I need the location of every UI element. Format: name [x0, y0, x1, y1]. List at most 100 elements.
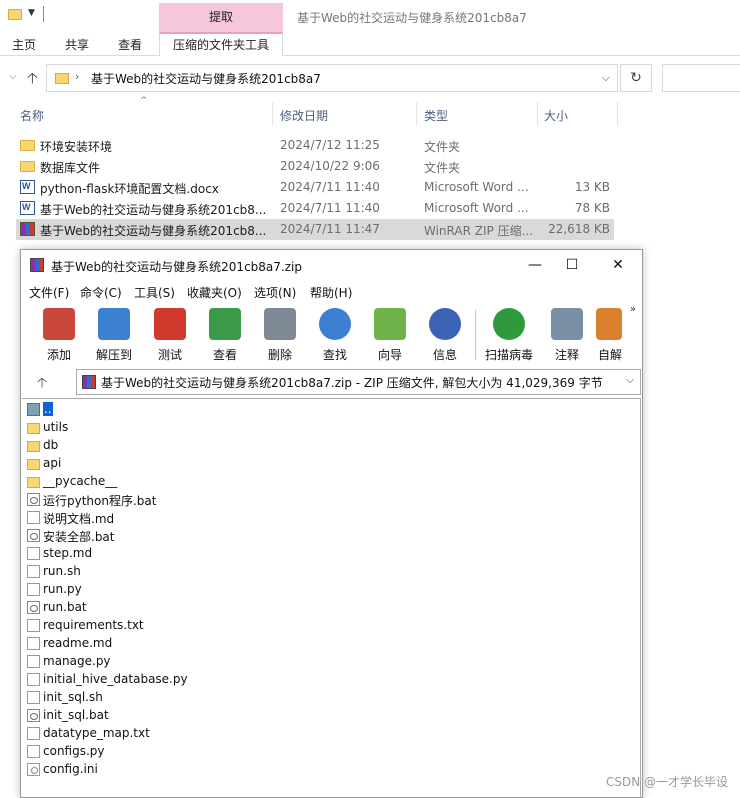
archive-list-item[interactable]: datatype_map.txt: [25, 725, 325, 743]
menu-file[interactable]: 文件(F): [29, 284, 69, 301]
column-divider[interactable]: [272, 102, 273, 126]
column-divider[interactable]: [617, 102, 618, 126]
archive-list-item[interactable]: __pycache__: [25, 473, 325, 491]
chevron-down-icon[interactable]: ⌵: [626, 375, 634, 386]
archive-list-item[interactable]: 安装全部.bat: [25, 527, 325, 545]
menu-tools[interactable]: 工具(S): [134, 284, 175, 301]
address-path[interactable]: 基于Web的社交运动与健身系统201cb8a7: [91, 70, 321, 87]
sfx-button[interactable]: 自解: [586, 306, 634, 364]
archive-item-name: run.bat: [43, 600, 87, 614]
archive-path-dropdown[interactable]: 基于Web的社交运动与健身系统201cb8a7.zip - ZIP 压缩文件, …: [76, 369, 641, 395]
context-tab-header-extract[interactable]: 提取: [159, 3, 283, 32]
archive-list-item[interactable]: ..: [25, 401, 325, 419]
column-header-type[interactable]: 类型: [424, 107, 448, 124]
archive-list-item[interactable]: config.ini: [25, 761, 325, 779]
archive-list-item[interactable]: run.bat: [25, 599, 325, 617]
quick-access-dropdown-icon[interactable]: ▼: [28, 8, 35, 18]
up-arrow-icon[interactable]: 🡡: [27, 68, 38, 93]
view-button[interactable]: 查看: [197, 306, 253, 364]
ribbon-tabs: 主页 共享 查看 压缩的文件夹工具: [0, 32, 740, 56]
column-header-name[interactable]: 名称: [20, 107, 44, 124]
archive-list-item[interactable]: 说明文档.md: [25, 509, 325, 527]
breadcrumb-chevron-icon[interactable]: ›: [75, 70, 79, 83]
find-button[interactable]: 查找: [307, 306, 363, 364]
archive-item-name: initial_hive_database.py: [43, 672, 188, 686]
file-type: Microsoft Word ...: [424, 201, 529, 215]
recent-locations-chevron-icon[interactable]: ⌵: [9, 71, 17, 82]
column-header-size[interactable]: 大小: [544, 107, 568, 124]
wizard-label: 向导: [377, 348, 402, 362]
refresh-icon: ↻: [630, 70, 642, 86]
archive-list-item[interactable]: manage.py: [25, 653, 325, 671]
menu-commands[interactable]: 命令(C): [80, 284, 122, 301]
archive-list-item[interactable]: readme.md: [25, 635, 325, 653]
search-input[interactable]: [662, 64, 740, 92]
archive-item-name: requirements.txt: [43, 618, 144, 632]
wizard-button[interactable]: 向导: [362, 306, 418, 364]
archive-item-name: datatype_map.txt: [43, 726, 150, 740]
file-name: 基于Web的社交运动与健身系统201cb8...: [40, 224, 267, 238]
file-row[interactable]: 数据库文件 2024/10/22 9:06 文件夹: [16, 156, 614, 177]
close-icon: ✕: [612, 257, 624, 273]
winrar-title-bar[interactable]: 基于Web的社交运动与健身系统201cb8a7.zip — ☐ ✕: [21, 250, 642, 280]
extract-to-button[interactable]: 解压到: [86, 306, 142, 364]
tab-home[interactable]: 主页: [12, 36, 36, 53]
archive-list-item[interactable]: init_sql.sh: [25, 689, 325, 707]
column-header-date[interactable]: 修改日期: [280, 107, 328, 124]
menu-favorites[interactable]: 收藏夹(O): [187, 284, 242, 301]
maximize-button[interactable]: ☐: [560, 254, 584, 276]
add-button[interactable]: 添加: [31, 306, 87, 364]
file-row[interactable]: 环境安装环境 2024/7/12 11:25 文件夹: [16, 135, 614, 156]
archive-list-item[interactable]: configs.py: [25, 743, 325, 761]
file-name: 基于Web的社交运动与健身系统201cb8...: [40, 203, 267, 217]
virus-scan-button[interactable]: 扫描病毒: [481, 306, 537, 364]
tab-share[interactable]: 共享: [65, 36, 89, 53]
archive-list-item[interactable]: api: [25, 455, 325, 473]
archive-list-item[interactable]: run.sh: [25, 563, 325, 581]
magnifier-icon: [319, 308, 351, 340]
file-row[interactable]: 基于Web的社交运动与健身系统201cb8... 2024/7/11 11:40…: [16, 198, 614, 219]
archive-list-item[interactable]: db: [25, 437, 325, 455]
file-row[interactable]: python-flask环境配置文档.docx 2024/7/11 11:40 …: [16, 177, 614, 198]
address-box[interactable]: › 基于Web的社交运动与健身系统201cb8a7 ⌵: [46, 64, 618, 92]
tab-compressed-folder-tools[interactable]: 压缩的文件夹工具: [159, 32, 283, 56]
file-row-selected[interactable]: 基于Web的社交运动与健身系统201cb8... 2024/7/11 11:47…: [16, 219, 614, 240]
archive-list-item[interactable]: requirements.txt: [25, 617, 325, 635]
file-icon: [27, 727, 40, 740]
archive-item-name: utils: [43, 420, 69, 434]
close-button[interactable]: ✕: [606, 254, 630, 276]
refresh-button[interactable]: ↻: [620, 64, 652, 92]
test-button[interactable]: 测试: [142, 306, 198, 364]
archive-list-item[interactable]: initial_hive_database.py: [25, 671, 325, 689]
quick-access-folder-icon[interactable]: [8, 9, 22, 20]
up-arrow-icon[interactable]: 🡡: [37, 372, 47, 396]
tab-view[interactable]: 查看: [118, 36, 142, 53]
archive-item-name: __pycache__: [43, 474, 118, 488]
test-label: 测试: [157, 348, 182, 362]
address-folder-icon: [55, 73, 69, 84]
test-clipboard-icon: [154, 308, 186, 340]
delete-button[interactable]: 删除: [252, 306, 308, 364]
explorer-title-bar: ▼ 提取 基于Web的社交运动与健身系统201cb8a7: [0, 0, 740, 32]
file-icon: [27, 583, 40, 596]
menu-options[interactable]: 选项(N): [254, 284, 296, 301]
minimize-button[interactable]: —: [523, 254, 547, 276]
address-dropdown-icon[interactable]: ⌵: [602, 71, 610, 85]
archive-file-list[interactable]: .. utils db api __pycache__ 运行python程序.bat 说明文…: [22, 398, 641, 797]
archive-list-item[interactable]: utils: [25, 419, 325, 437]
wizard-wand-icon: [374, 308, 406, 340]
address-bar-row: ⌵ 🡡 › 基于Web的社交运动与健身系统201cb8a7 ⌵ ↻: [0, 58, 740, 98]
toolbar-overflow-chevron-icon[interactable]: »: [630, 304, 636, 315]
archive-list-item[interactable]: 运行python程序.bat: [25, 491, 325, 509]
column-divider[interactable]: [537, 102, 538, 126]
menu-help[interactable]: 帮助(H): [310, 284, 352, 301]
archive-list-item[interactable]: step.md: [25, 545, 325, 563]
info-button[interactable]: 信息: [417, 306, 473, 364]
archive-list-item[interactable]: run.py: [25, 581, 325, 599]
file-date: 2024/7/11 11:40: [280, 201, 380, 215]
archive-list-item[interactable]: init_sql.bat: [25, 707, 325, 725]
column-divider[interactable]: [416, 102, 417, 126]
archive-path-text: 基于Web的社交运动与健身系统201cb8a7.zip - ZIP 压缩文件, …: [101, 376, 603, 390]
archive-item-name: manage.py: [43, 654, 111, 668]
column-headers: ^ 名称 修改日期 类型 大小: [0, 96, 740, 128]
